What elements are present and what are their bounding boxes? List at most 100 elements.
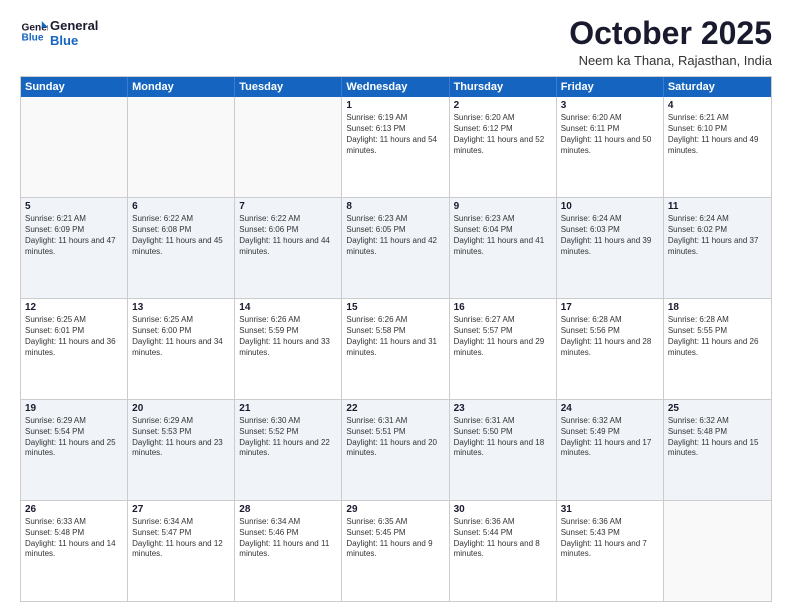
day-cell-20: 20 Sunrise: 6:29 AM Sunset: 5:53 PM Dayli… — [128, 400, 235, 500]
cell-info: Sunrise: 6:32 AM Sunset: 5:48 PM Dayligh… — [668, 416, 767, 459]
cell-info: Sunrise: 6:33 AM Sunset: 5:48 PM Dayligh… — [25, 517, 123, 560]
cell-info: Sunrise: 6:28 AM Sunset: 5:56 PM Dayligh… — [561, 315, 659, 358]
empty-cell — [128, 97, 235, 197]
day-number: 15 — [346, 302, 444, 313]
day-number: 29 — [346, 504, 444, 515]
day-cell-30: 30 Sunrise: 6:36 AM Sunset: 5:44 PM Dayli… — [450, 501, 557, 601]
day-number: 21 — [239, 403, 337, 414]
cell-info: Sunrise: 6:34 AM Sunset: 5:46 PM Dayligh… — [239, 517, 337, 560]
day-cell-27: 27Sunrise: 6:34 AM Sunset: 5:47 PM Dayli… — [128, 501, 235, 601]
day-number: 2 — [454, 100, 552, 111]
day-cell-12: 12 Sunrise: 6:25 AM Sunset: 6:01 PM Dayli… — [21, 299, 128, 399]
cell-info: Sunrise: 6:27 AM Sunset: 5:57 PM Dayligh… — [454, 315, 552, 358]
day-cell-2: 2Sunrise: 6:20 AM Sunset: 6:12 PM Daylig… — [450, 97, 557, 197]
cell-info: Sunrise: 6:21 AM Sunset: 6:10 PM Dayligh… — [668, 113, 767, 156]
day-cell-4: 4 Sunrise: 6:21 AM Sunset: 6:10 PM Daylig… — [664, 97, 771, 197]
cell-info: Sunrise: 6:26 AM Sunset: 5:58 PM Dayligh… — [346, 315, 444, 358]
day-cell-25: 25 Sunrise: 6:32 AM Sunset: 5:48 PM Dayli… — [664, 400, 771, 500]
calendar-week-5: 26Sunrise: 6:33 AM Sunset: 5:48 PM Dayli… — [21, 501, 771, 601]
header-day-thursday: Thursday — [450, 77, 557, 97]
day-number: 31 — [561, 504, 659, 515]
cell-info: Sunrise: 6:31 AM Sunset: 5:51 PM Dayligh… — [346, 416, 444, 459]
day-number: 20 — [132, 403, 230, 414]
day-cell-19: 19 Sunrise: 6:29 AM Sunset: 5:54 PM Dayli… — [21, 400, 128, 500]
day-number: 3 — [561, 100, 659, 111]
day-number: 7 — [239, 201, 337, 212]
location-subtitle: Neem ka Thana, Rajasthan, India — [569, 53, 772, 68]
cell-info: Sunrise: 6:28 AM Sunset: 5:55 PM Dayligh… — [668, 315, 767, 358]
cell-info: Sunrise: 6:36 AM Sunset: 5:43 PM Dayligh… — [561, 517, 659, 560]
day-number: 27 — [132, 504, 230, 515]
cell-info: Sunrise: 6:36 AM Sunset: 5:44 PM Dayligh… — [454, 517, 552, 560]
cell-info: Sunrise: 6:21 AM Sunset: 6:09 PM Dayligh… — [25, 214, 123, 257]
day-cell-18: 18Sunrise: 6:28 AM Sunset: 5:55 PM Dayli… — [664, 299, 771, 399]
header: General Blue General Blue October 2025 N… — [20, 16, 772, 68]
day-number: 25 — [668, 403, 767, 414]
day-number: 10 — [561, 201, 659, 212]
day-number: 11 — [668, 201, 767, 212]
day-cell-15: 15 Sunrise: 6:26 AM Sunset: 5:58 PM Dayli… — [342, 299, 449, 399]
header-day-saturday: Saturday — [664, 77, 771, 97]
cell-info: Sunrise: 6:31 AM Sunset: 5:50 PM Dayligh… — [454, 416, 552, 459]
calendar-body: 1Sunrise: 6:19 AM Sunset: 6:13 PM Daylig… — [21, 97, 771, 601]
header-day-sunday: Sunday — [21, 77, 128, 97]
cell-info: Sunrise: 6:29 AM Sunset: 5:53 PM Dayligh… — [132, 416, 230, 459]
header-day-wednesday: Wednesday — [342, 77, 449, 97]
day-cell-1: 1Sunrise: 6:19 AM Sunset: 6:13 PM Daylig… — [342, 97, 449, 197]
title-section: October 2025 Neem ka Thana, Rajasthan, I… — [569, 16, 772, 68]
calendar-week-1: 1Sunrise: 6:19 AM Sunset: 6:13 PM Daylig… — [21, 97, 771, 198]
calendar-week-3: 12 Sunrise: 6:25 AM Sunset: 6:01 PM Dayli… — [21, 299, 771, 400]
cell-info: Sunrise: 6:23 AM Sunset: 6:04 PM Dayligh… — [454, 214, 552, 257]
day-number: 23 — [454, 403, 552, 414]
day-number: 30 — [454, 504, 552, 515]
day-number: 19 — [25, 403, 123, 414]
cell-info: Sunrise: 6:23 AM Sunset: 6:05 PM Dayligh… — [346, 214, 444, 257]
cell-info: Sunrise: 6:35 AM Sunset: 5:45 PM Dayligh… — [346, 517, 444, 560]
day-number: 16 — [454, 302, 552, 313]
day-cell-24: 24Sunrise: 6:32 AM Sunset: 5:49 PM Dayli… — [557, 400, 664, 500]
page: General Blue General Blue October 2025 N… — [0, 0, 792, 612]
cell-info: Sunrise: 6:24 AM Sunset: 6:03 PM Dayligh… — [561, 214, 659, 257]
cell-info: Sunrise: 6:20 AM Sunset: 6:11 PM Dayligh… — [561, 113, 659, 156]
day-cell-16: 16 Sunrise: 6:27 AM Sunset: 5:57 PM Dayli… — [450, 299, 557, 399]
cell-info: Sunrise: 6:22 AM Sunset: 6:06 PM Dayligh… — [239, 214, 337, 257]
cell-info: Sunrise: 6:24 AM Sunset: 6:02 PM Dayligh… — [668, 214, 767, 257]
cell-info: Sunrise: 6:26 AM Sunset: 5:59 PM Dayligh… — [239, 315, 337, 358]
day-cell-6: 6Sunrise: 6:22 AM Sunset: 6:08 PM Daylig… — [128, 198, 235, 298]
logo-line1: General — [50, 18, 98, 33]
cell-info: Sunrise: 6:22 AM Sunset: 6:08 PM Dayligh… — [132, 214, 230, 257]
svg-text:Blue: Blue — [22, 33, 44, 44]
day-cell-3: 3 Sunrise: 6:20 AM Sunset: 6:11 PM Daylig… — [557, 97, 664, 197]
day-cell-21: 21Sunrise: 6:30 AM Sunset: 5:52 PM Dayli… — [235, 400, 342, 500]
calendar-week-2: 5 Sunrise: 6:21 AM Sunset: 6:09 PM Daylig… — [21, 198, 771, 299]
day-number: 9 — [454, 201, 552, 212]
logo: General Blue General Blue — [20, 16, 98, 48]
logo-icon: General Blue — [20, 18, 48, 46]
day-number: 5 — [25, 201, 123, 212]
day-cell-9: 9 Sunrise: 6:23 AM Sunset: 6:04 PM Daylig… — [450, 198, 557, 298]
day-cell-13: 13 Sunrise: 6:25 AM Sunset: 6:00 PM Dayli… — [128, 299, 235, 399]
header-day-tuesday: Tuesday — [235, 77, 342, 97]
cell-info: Sunrise: 6:29 AM Sunset: 5:54 PM Dayligh… — [25, 416, 123, 459]
calendar-week-4: 19 Sunrise: 6:29 AM Sunset: 5:54 PM Dayli… — [21, 400, 771, 501]
day-cell-14: 14Sunrise: 6:26 AM Sunset: 5:59 PM Dayli… — [235, 299, 342, 399]
logo-line2: Blue — [50, 33, 98, 48]
day-cell-29: 29 Sunrise: 6:35 AM Sunset: 5:45 PM Dayli… — [342, 501, 449, 601]
cell-info: Sunrise: 6:32 AM Sunset: 5:49 PM Dayligh… — [561, 416, 659, 459]
day-cell-22: 22 Sunrise: 6:31 AM Sunset: 5:51 PM Dayli… — [342, 400, 449, 500]
day-number: 4 — [668, 100, 767, 111]
cell-info: Sunrise: 6:25 AM Sunset: 6:00 PM Dayligh… — [132, 315, 230, 358]
calendar: SundayMondayTuesdayWednesdayThursdayFrid… — [20, 76, 772, 602]
day-cell-7: 7 Sunrise: 6:22 AM Sunset: 6:06 PM Daylig… — [235, 198, 342, 298]
header-day-monday: Monday — [128, 77, 235, 97]
day-number: 12 — [25, 302, 123, 313]
cell-info: Sunrise: 6:25 AM Sunset: 6:01 PM Dayligh… — [25, 315, 123, 358]
day-number: 13 — [132, 302, 230, 313]
cell-info: Sunrise: 6:19 AM Sunset: 6:13 PM Dayligh… — [346, 113, 444, 156]
day-number: 17 — [561, 302, 659, 313]
day-number: 28 — [239, 504, 337, 515]
day-cell-5: 5 Sunrise: 6:21 AM Sunset: 6:09 PM Daylig… — [21, 198, 128, 298]
empty-cell — [21, 97, 128, 197]
day-cell-11: 11 Sunrise: 6:24 AM Sunset: 6:02 PM Dayli… — [664, 198, 771, 298]
day-number: 22 — [346, 403, 444, 414]
